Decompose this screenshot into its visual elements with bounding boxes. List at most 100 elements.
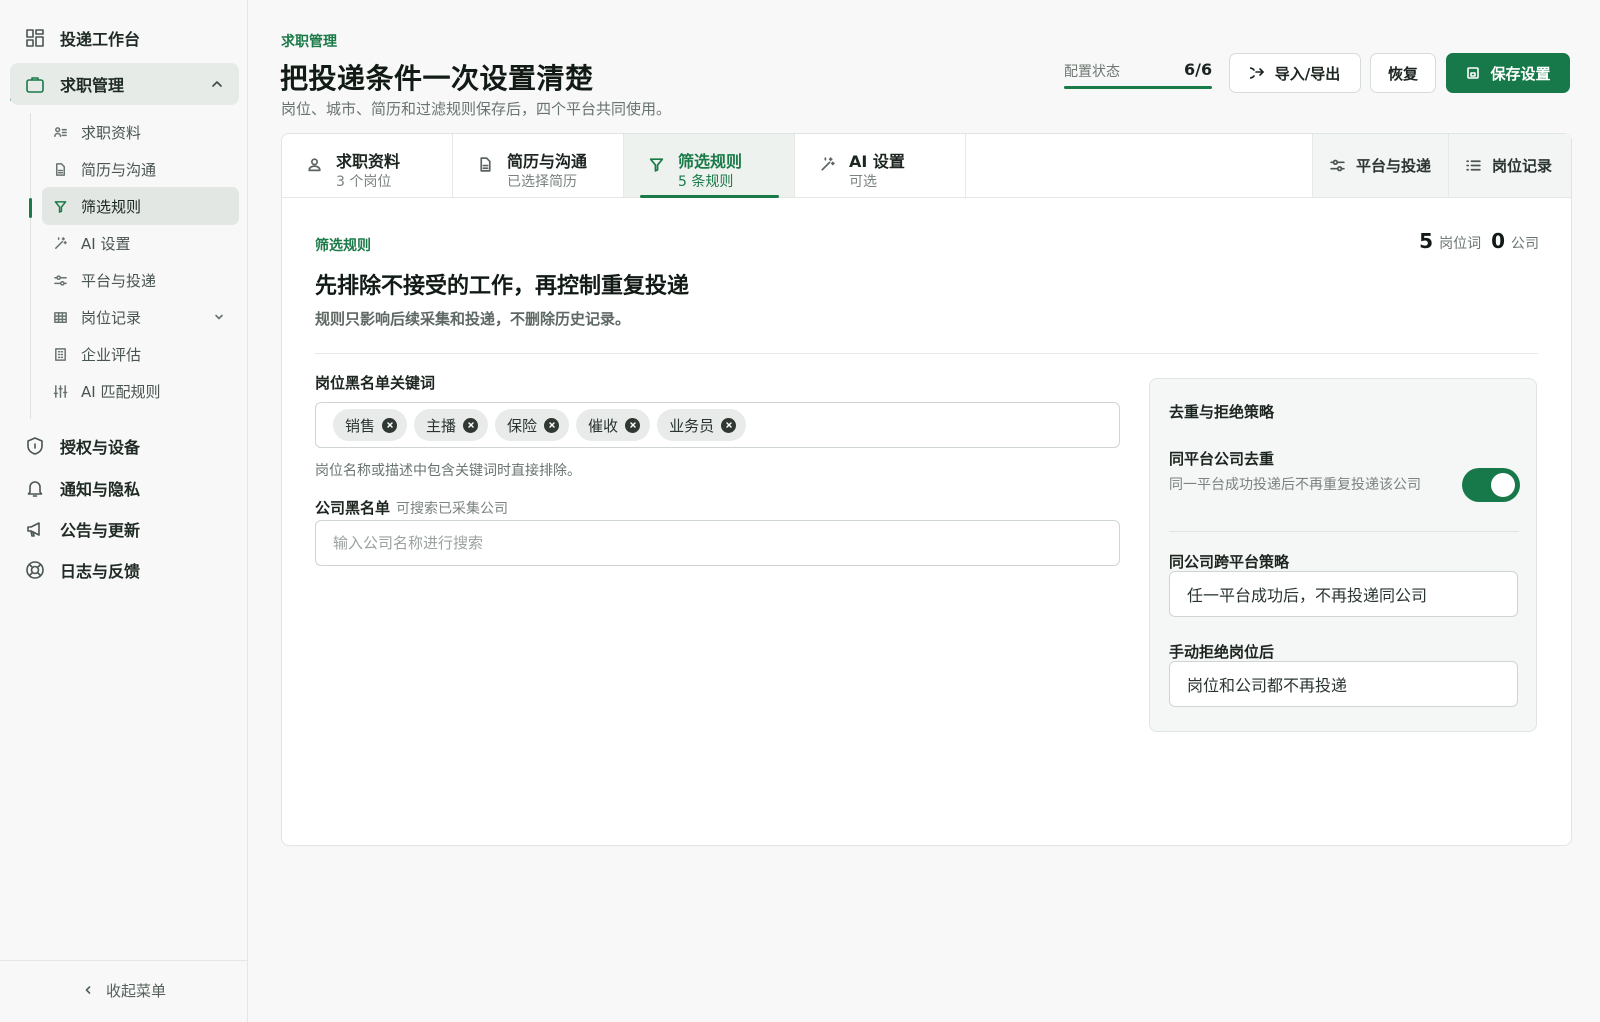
keyword-tag-text: 销售	[345, 416, 376, 435]
company-blacklist-label: 公司黑名单 可搜索已采集公司	[315, 497, 508, 518]
tab-title: 简历与沟通	[507, 152, 588, 171]
sidebar-item-label: 简历与沟通	[81, 160, 157, 179]
tab-job-profile[interactable]: 求职资料 3 个岗位	[282, 134, 453, 197]
nav-item-dashboard[interactable]: 投递工作台	[10, 17, 239, 59]
keyword-tag-text: 业务员	[669, 416, 715, 435]
tab-resume[interactable]: 简历与沟通 已选择简历	[453, 134, 624, 197]
nav-item-announcements[interactable]: 公告与更新	[10, 508, 239, 550]
section-subtitle: 规则只影响后续采集和投递，不删除历史记录。	[315, 310, 631, 328]
manual-reject-select[interactable]: 岗位和公司都不再投递	[1169, 661, 1518, 707]
sidebar-item-ai-match[interactable]: AI 匹配规则	[42, 372, 239, 410]
nav-item-label: 投递工作台	[60, 30, 141, 49]
keyword-tag: 业务员	[657, 409, 747, 441]
profile-list-icon	[54, 126, 67, 137]
save-settings-label: 保存设置	[1490, 64, 1551, 83]
keyword-tag-text: 催收	[588, 416, 619, 435]
sliders-icon	[1330, 159, 1345, 172]
briefcase-icon	[26, 77, 44, 93]
bell-icon	[27, 481, 43, 497]
tab-job-records[interactable]: 岗位记录	[1448, 134, 1571, 197]
collapse-menu-button[interactable]: 收起菜单	[0, 975, 248, 1005]
same-platform-dedupe-toggle[interactable]	[1462, 468, 1520, 502]
chevron-down-icon	[215, 314, 223, 320]
import-export-button[interactable]: 导入/导出	[1229, 53, 1361, 93]
submenu-guide-line	[30, 113, 31, 419]
filter-icon	[54, 200, 67, 213]
nav-item-label: 求职管理	[60, 76, 125, 95]
tab-subtitle: 可选	[849, 174, 877, 190]
chevron-up-icon	[212, 81, 222, 87]
tab-title: 筛选规则	[678, 152, 743, 171]
same-platform-dedupe-desc: 同一平台成功投递后不再重复投递该公司	[1169, 477, 1421, 493]
config-status-label: 配置状态	[1064, 64, 1120, 80]
keyword-blacklist-input[interactable]: 销售 主播 保险 催收 业务员	[315, 402, 1120, 448]
user-icon	[308, 158, 321, 172]
shield-icon	[27, 437, 43, 455]
sidebar-item-platform[interactable]: 平台与投递	[42, 261, 239, 299]
section-divider	[315, 353, 1538, 354]
nav-item-job-management[interactable]: 求职管理	[10, 63, 239, 105]
rule-counts: 5 岗位词 0 公司	[1419, 229, 1539, 253]
sidebar-item-job-records[interactable]: 岗位记录	[42, 298, 239, 336]
sidebar-item-resume[interactable]: 简历与沟通	[42, 150, 239, 188]
tab-ai-settings[interactable]: AI 设置 可选	[795, 134, 966, 197]
sidebar: 投递工作台 求职管理 求职资料 简历与沟通 筛选规则 AI 设置 平台与投递 岗…	[0, 0, 248, 1022]
sidebar-item-label: AI 匹配规则	[81, 382, 161, 401]
submenu-active-indicator	[29, 198, 32, 218]
nav-item-label: 授权与设备	[60, 438, 141, 457]
list-icon	[1466, 160, 1481, 171]
save-settings-button[interactable]: 保存设置	[1446, 53, 1570, 93]
cross-platform-label: 同公司跨平台策略	[1169, 553, 1290, 571]
tab-platform-delivery[interactable]: 平台与投递	[1312, 134, 1448, 197]
sidebar-item-company-eval[interactable]: 企业评估	[42, 335, 239, 373]
config-status-progress-fill	[1064, 86, 1212, 89]
collapse-menu-label: 收起菜单	[105, 981, 166, 1000]
keyword-count: 5	[1419, 229, 1434, 253]
nav-item-logs-feedback[interactable]: 日志与反馈	[10, 549, 239, 591]
company-count: 0	[1491, 229, 1505, 253]
remove-tag-icon[interactable]	[463, 417, 479, 433]
sidebar-item-filter-rules[interactable]: 筛选规则	[42, 187, 239, 225]
panel-divider	[1169, 531, 1519, 532]
tab-label: 平台与投递	[1356, 157, 1432, 175]
tab-label: 岗位记录	[1492, 157, 1553, 175]
keyword-tag-text: 保险	[507, 416, 538, 435]
config-status-value: 6/6	[1184, 60, 1213, 79]
sidebar-item-label: 求职资料	[81, 123, 142, 142]
settings-card: 求职资料 3 个岗位 简历与沟通 已选择简历 筛选规则 5 条规则 AI 设置 …	[281, 133, 1572, 846]
cross-platform-select[interactable]: 任一平台成功后，不再投递同公司	[1169, 571, 1518, 617]
sidebar-item-label: 岗位记录	[81, 308, 142, 327]
lifebuoy-icon	[26, 561, 44, 579]
tab-title: 求职资料	[336, 152, 401, 171]
sidebar-divider	[0, 960, 248, 961]
megaphone-icon	[27, 522, 40, 537]
filter-icon	[649, 158, 664, 172]
nav-item-notify-privacy[interactable]: 通知与隐私	[10, 467, 239, 509]
settings-tabs: 求职资料 3 个岗位 简历与沟通 已选择简历 筛选规则 5 条规则 AI 设置 …	[282, 134, 1571, 198]
chevron-left-icon	[85, 986, 91, 994]
page-subtitle: 岗位、城市、简历和过滤规则保存后，四个平台共同使用。	[281, 100, 672, 118]
sidebar-item-profile[interactable]: 求职资料	[42, 113, 239, 151]
equalizer-icon	[53, 384, 68, 398]
keyword-blacklist-label: 岗位黑名单关键词	[315, 374, 436, 392]
dedupe-panel: 去重与拒绝策略 同平台公司去重 同一平台成功投递后不再重复投递该公司 同公司跨平…	[1149, 378, 1537, 732]
company-search-input[interactable]	[315, 520, 1120, 566]
cross-platform-value: 任一平台成功后，不再投递同公司	[1187, 586, 1428, 605]
manual-reject-label: 手动拒绝岗位后	[1169, 643, 1275, 661]
remove-tag-icon[interactable]	[544, 417, 560, 433]
tab-filter-rules[interactable]: 筛选规则 5 条规则	[624, 134, 795, 198]
sidebar-item-ai-settings[interactable]: AI 设置	[42, 224, 239, 262]
keyword-tag: 催收	[576, 409, 651, 441]
import-export-icon	[1249, 67, 1264, 79]
remove-tag-icon[interactable]	[625, 417, 641, 433]
import-export-label: 导入/导出	[1274, 64, 1341, 83]
document-icon	[480, 157, 491, 172]
nav-item-auth-devices[interactable]: 授权与设备	[10, 425, 239, 467]
remove-tag-icon[interactable]	[382, 417, 398, 433]
restore-button[interactable]: 恢复	[1370, 53, 1436, 93]
building-icon	[55, 347, 66, 361]
same-platform-dedupe-label: 同平台公司去重	[1169, 450, 1275, 468]
sidebar-item-label: 企业评估	[81, 345, 142, 364]
nav-item-label: 公告与更新	[60, 521, 141, 540]
remove-tag-icon[interactable]	[721, 417, 737, 433]
